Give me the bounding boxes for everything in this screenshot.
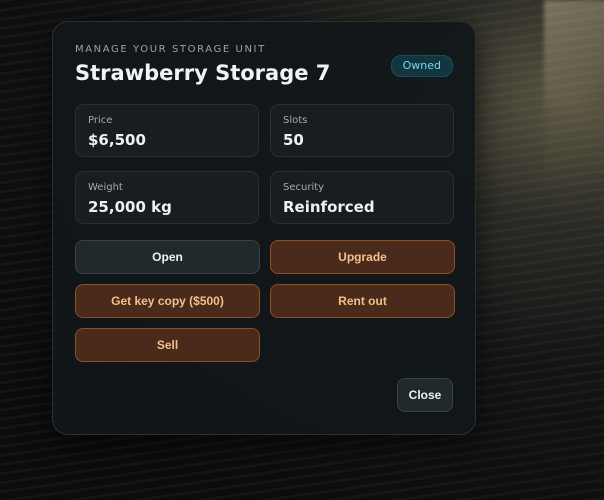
stat-value: 50: [283, 131, 304, 149]
dialog-title: Strawberry Storage 7: [75, 61, 331, 85]
stat-value: $6,500: [88, 131, 146, 149]
rent-out-button[interactable]: Rent out: [270, 284, 455, 318]
sell-button[interactable]: Sell: [75, 328, 260, 362]
get-key-copy-button[interactable]: Get key copy ($500): [75, 284, 260, 318]
background-light: [544, 0, 604, 190]
close-button[interactable]: Close: [397, 378, 453, 412]
upgrade-button[interactable]: Upgrade: [270, 240, 455, 274]
dialog-eyebrow: MANAGE YOUR STORAGE UNIT: [75, 44, 266, 55]
stat-security: Security Reinforced: [270, 171, 454, 224]
stat-label: Security: [283, 182, 325, 193]
owned-badge: Owned: [390, 55, 453, 77]
stat-slots: Slots 50: [270, 104, 454, 157]
stat-value: 25,000 kg: [88, 198, 172, 216]
open-button[interactable]: Open: [75, 240, 260, 274]
stat-price: Price $6,500: [75, 104, 259, 157]
stat-label: Price: [88, 115, 113, 126]
stat-label: Weight: [88, 182, 123, 193]
stat-weight: Weight 25,000 kg: [75, 171, 259, 224]
stat-value: Reinforced: [283, 198, 375, 216]
storage-unit-dialog: MANAGE YOUR STORAGE UNIT Strawberry Stor…: [52, 21, 476, 435]
stat-label: Slots: [283, 115, 308, 126]
